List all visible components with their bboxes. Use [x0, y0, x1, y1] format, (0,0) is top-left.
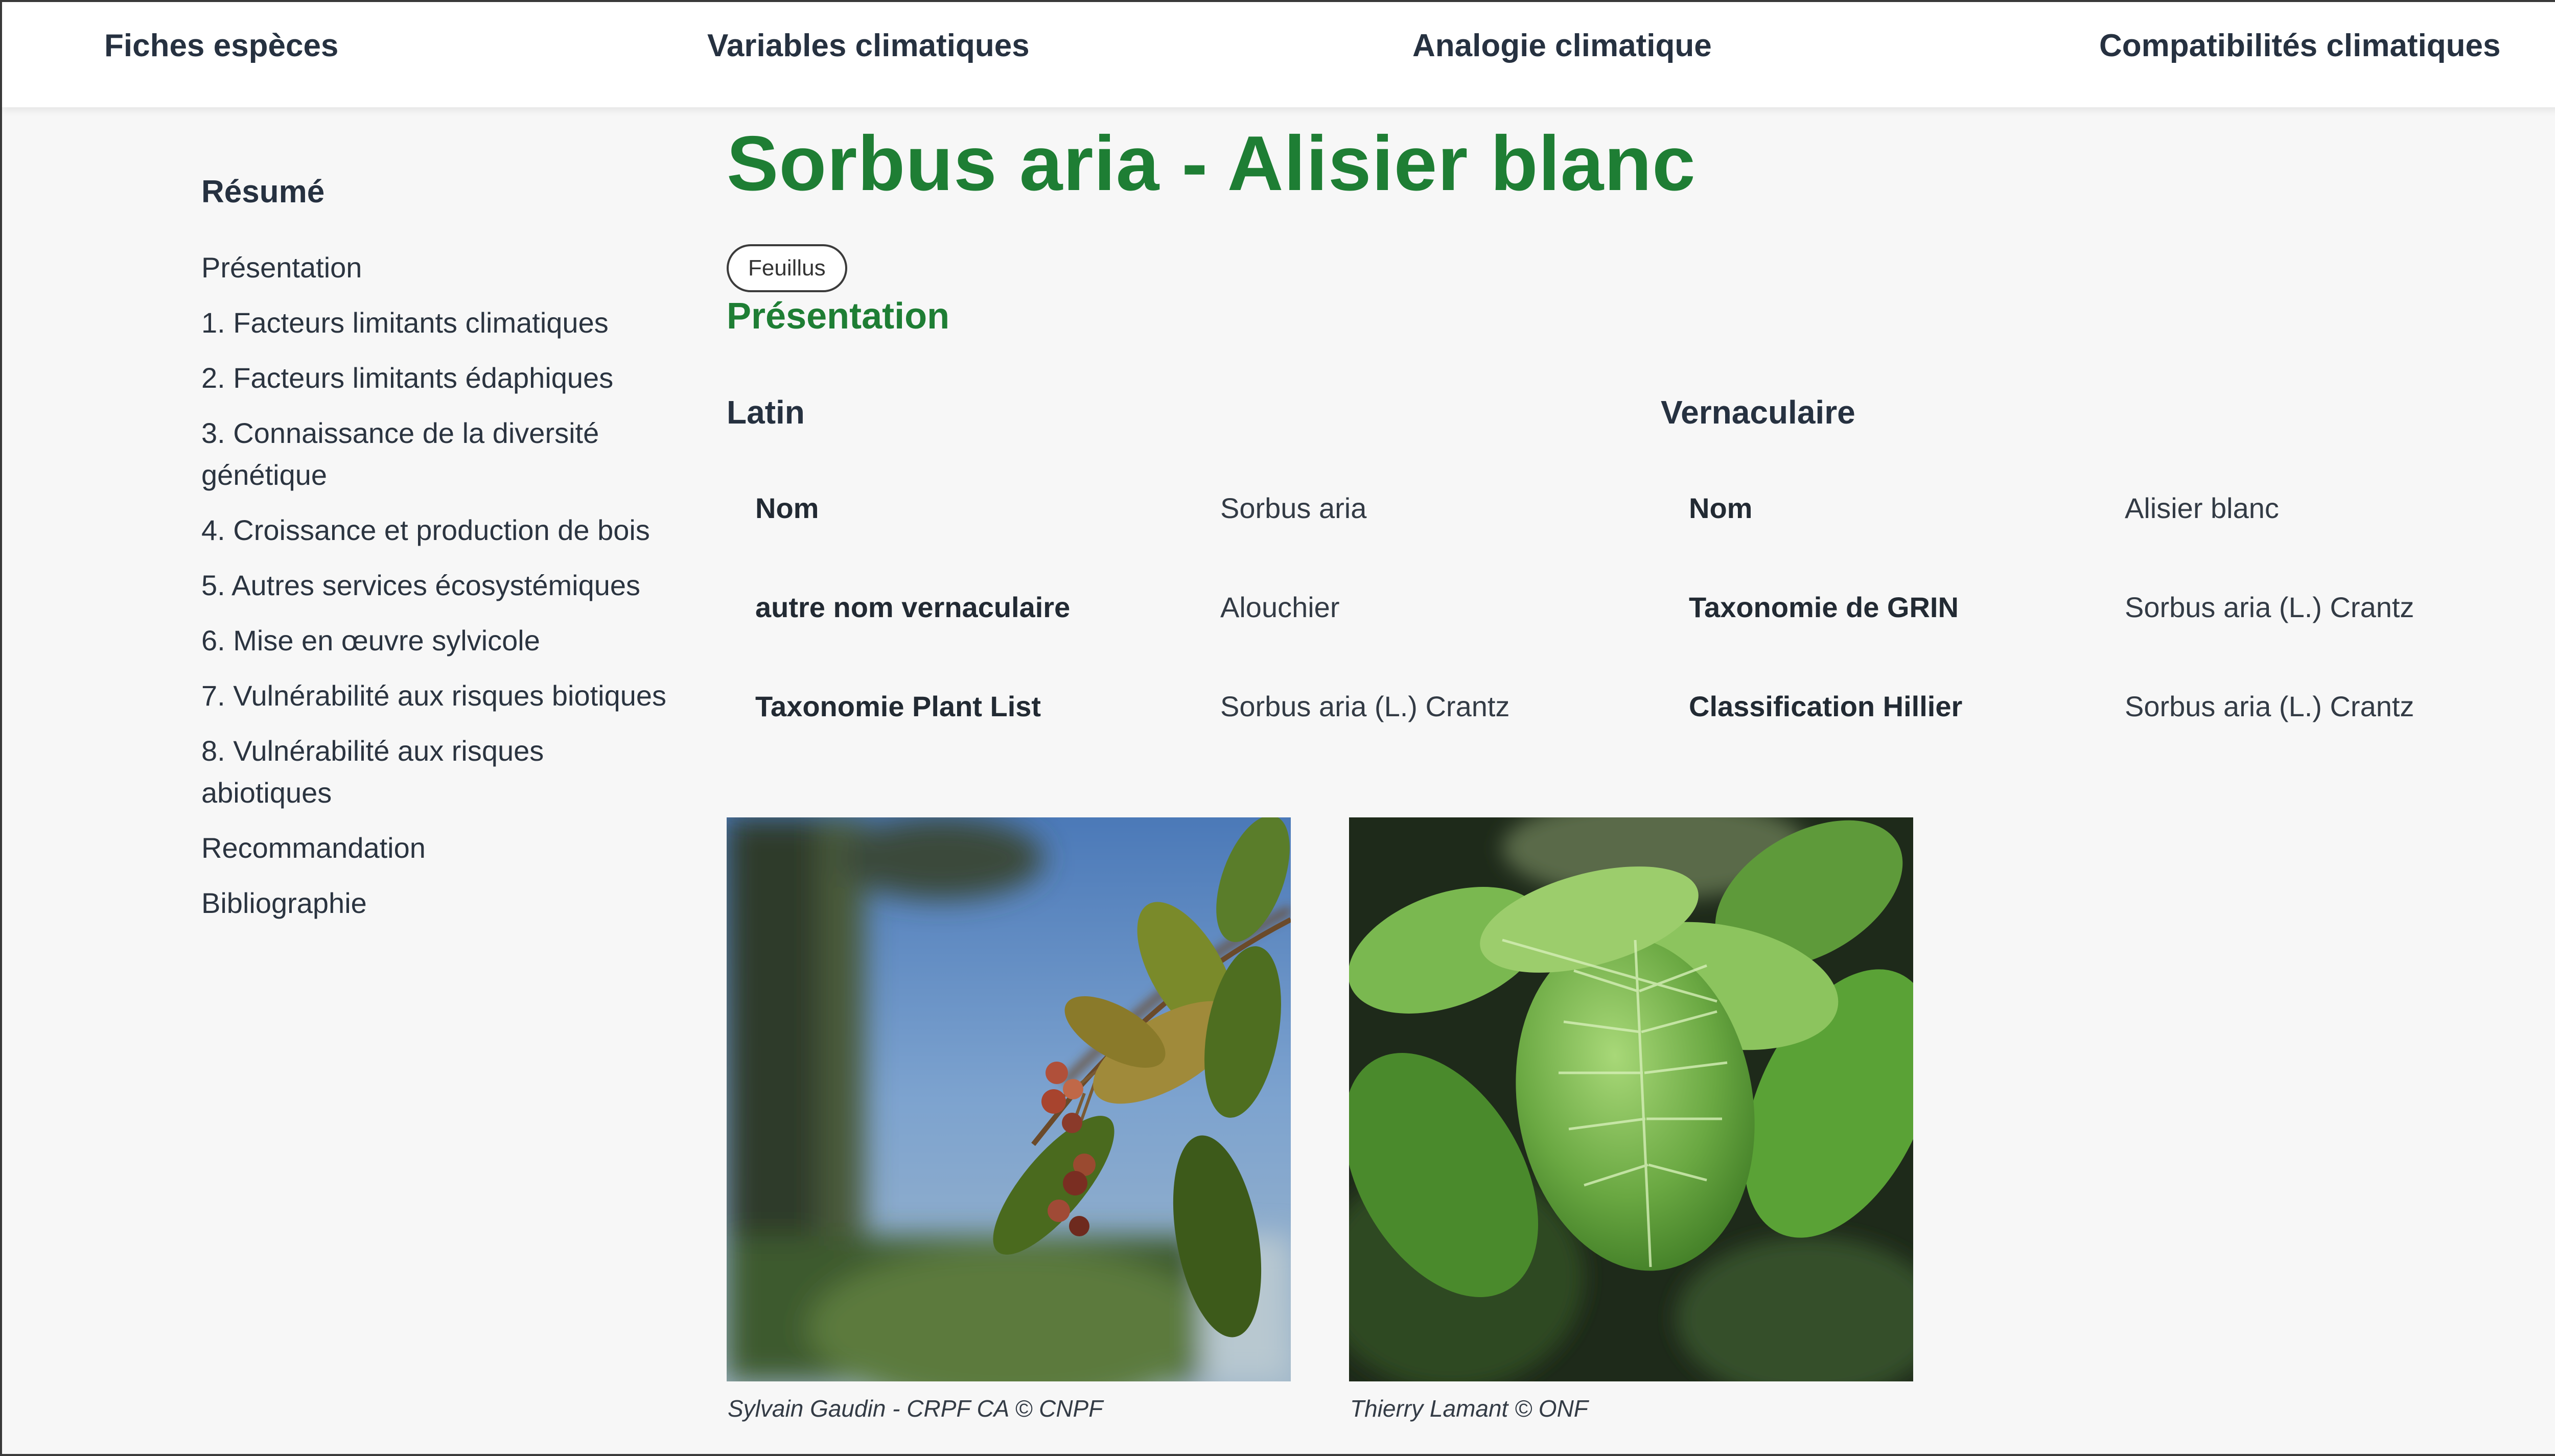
page-title: Sorbus aria - Alisier blanc	[727, 120, 1696, 207]
sidebar-item-recommandation[interactable]: Recommandation	[201, 827, 677, 869]
sidebar-item-facteurs-climatiques[interactable]: 1. Facteurs limitants climatiques	[201, 302, 677, 344]
vernaculaire-value-grin: Sorbus aria (L.) Crantz	[2125, 591, 2414, 623]
latin-label-nom: Nom	[755, 492, 819, 524]
sidebar-item-mise-en-oeuvre[interactable]: 6. Mise en œuvre sylvicole	[201, 620, 677, 662]
latin-value-nom: Sorbus aria	[1220, 492, 1367, 524]
sidebar-item-diversite-genetique[interactable]: 3. Connaissance de la diversité génétiqu…	[201, 412, 677, 496]
photo-berries[interactable]	[727, 817, 1291, 1381]
vernaculaire-label-nom: Nom	[1689, 492, 1753, 524]
photo-berries-caption: Sylvain Gaudin - CRPF CA © CNPF	[728, 1395, 1103, 1422]
sidebar-item-facteurs-edaphiques[interactable]: 2. Facteurs limitants édaphiques	[201, 357, 677, 399]
sidebar-item-risques-abiotiques[interactable]: 8. Vulnérabilité aux risques abiotiques	[201, 730, 677, 814]
sidebar-item-presentation[interactable]: Présentation	[201, 247, 677, 289]
sidebar-item-services-ecosystemiques[interactable]: 5. Autres services écosystémiques	[201, 565, 677, 606]
main-content: Sorbus aria - Alisier blanc Feuillus Pré…	[727, 112, 2546, 337]
sidebar-item-bibliographie[interactable]: Bibliographie	[201, 882, 677, 924]
sidebar-summary: Résumé Présentation 1. Facteurs limitant…	[201, 174, 677, 937]
latin-heading: Latin	[727, 394, 805, 431]
nav-fiches-especes[interactable]: Fiches espèces	[104, 28, 338, 64]
section-title-presentation: Présentation	[727, 296, 950, 337]
latin-value-plant-list: Sorbus aria (L.) Crantz	[1220, 690, 1510, 722]
latin-value-autre-nom: Alouchier	[1220, 591, 1340, 623]
nav-compatibilites-climatiques[interactable]: Compatibilités climatiques	[2099, 28, 2501, 64]
latin-label-plant-list: Taxonomie Plant List	[755, 690, 1041, 722]
vernaculaire-heading: Vernaculaire	[1661, 394, 1855, 431]
top-navigation: Fiches espèces Variables climatiques Ana…	[2, 2, 2555, 107]
vernaculaire-label-hillier: Classification Hillier	[1689, 690, 1963, 722]
photo-leaves-caption: Thierry Lamant © ONF	[1350, 1395, 1588, 1422]
vernaculaire-value-hillier: Sorbus aria (L.) Crantz	[2125, 690, 2414, 722]
nav-variables-climatiques[interactable]: Variables climatiques	[707, 28, 1030, 64]
sidebar-item-croissance-production[interactable]: 4. Croissance et production de bois	[201, 509, 677, 551]
vernaculaire-value-nom: Alisier blanc	[2125, 492, 2279, 524]
vernaculaire-label-grin: Taxonomie de GRIN	[1689, 591, 1959, 623]
sidebar-item-risques-biotiques[interactable]: 7. Vulnérabilité aux risques biotiques	[201, 675, 677, 717]
latin-label-autre-nom: autre nom vernaculaire	[755, 591, 1071, 623]
category-badge: Feuillus	[727, 244, 847, 292]
photo-leaves-image	[1349, 817, 1913, 1381]
sidebar-title: Résumé	[201, 174, 325, 209]
nav-analogie-climatique[interactable]: Analogie climatique	[1412, 28, 1712, 64]
photo-berries-image	[727, 817, 1291, 1381]
photo-leaves[interactable]	[1349, 817, 1913, 1381]
